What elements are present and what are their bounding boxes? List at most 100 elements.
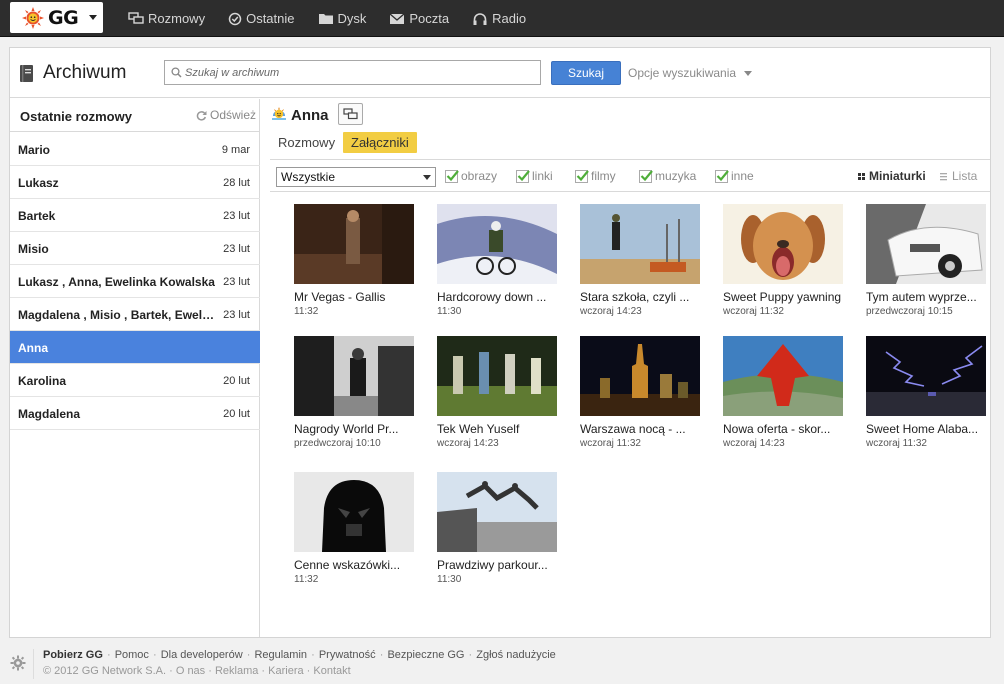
conversation-date: 20 lut — [223, 408, 250, 420]
type-filter-select[interactable]: Wszystkie — [276, 167, 436, 187]
open-conversation-button[interactable] — [338, 103, 363, 125]
attachment-tile[interactable]: Sweet Puppy yawning wczoraj 11:32 — [723, 204, 843, 317]
nav-radio[interactable]: Radio — [472, 11, 526, 26]
gg-logo-text: GG — [48, 6, 79, 29]
attachment-tile[interactable]: Nowa oferta - skor... wczoraj 14:23 — [723, 336, 843, 449]
attachment-filter-bar: Wszystkie obrazy linki filmy muzyka inne… — [270, 159, 990, 192]
attachment-tile[interactable]: Hardcorowy down ... 11:30 — [437, 204, 557, 317]
footer-secondary: © 2012 GG Network S.A. · O nas · Reklama… — [43, 665, 351, 677]
filter-other-checkbox[interactable]: inne — [715, 169, 754, 183]
nav-rozmowy[interactable]: Rozmowy — [128, 11, 205, 26]
filter-label: obrazy — [461, 169, 498, 183]
filter-links-checkbox[interactable]: linki — [516, 169, 553, 183]
attachment-title: Tek Weh Yuself — [437, 422, 520, 436]
footer-link-report-abuse[interactable]: Zgłoś nadużycie — [476, 649, 556, 661]
checkmark-icon — [446, 169, 459, 181]
conversation-item[interactable]: Bartek 23 lut — [10, 199, 260, 232]
footer-link-terms[interactable]: Regulamin — [254, 649, 307, 661]
attachment-time: 11:32 — [294, 574, 319, 585]
conversation-item[interactable]: Misio 23 lut — [10, 232, 260, 265]
type-filter-value: Wszystkie — [281, 170, 335, 184]
attachment-tile[interactable]: Tek Weh Yuself wczoraj 14:23 — [437, 336, 557, 449]
conversation-item[interactable]: Mario 9 mar — [10, 133, 260, 166]
attachment-tile[interactable]: Mr Vegas - Gallis 11:32 — [294, 204, 414, 317]
attachment-tile[interactable]: Nagrody World Pr... przedwczoraj 10:10 — [294, 336, 414, 449]
attachment-title: Prawdziwy parkour... — [437, 558, 548, 572]
check-circle-icon — [228, 12, 242, 25]
footer-separator: · — [243, 649, 254, 661]
attachment-tile[interactable]: Stara szkoła, czyli ... wczoraj 14:23 — [580, 204, 700, 317]
conversation-item-active[interactable]: Anna — [10, 331, 260, 364]
envelope-icon — [389, 13, 405, 24]
chevron-down-icon — [744, 70, 753, 76]
conversation-date: 23 lut — [223, 309, 250, 321]
footer-link-safe-gg[interactable]: Bezpieczne GG — [387, 649, 464, 661]
attachment-time: przedwczoraj 10:10 — [294, 438, 381, 449]
footer-link-about[interactable]: O nas — [176, 665, 205, 677]
footer-link-ads[interactable]: Reklama — [215, 665, 258, 677]
footer-link-download[interactable]: Pobierz GG — [43, 649, 103, 661]
recent-conversations-sidebar: Ostatnie rozmowy Odśwież Mario 9 mar Luka… — [10, 99, 260, 637]
filter-videos-checkbox[interactable]: filmy — [575, 169, 616, 183]
conversation-item[interactable]: Karolina 20 lut — [10, 364, 260, 397]
tab-attachments[interactable]: Załączniki — [343, 132, 417, 153]
view-thumbnails-toggle[interactable]: Miniaturki — [857, 169, 926, 183]
chat-icon — [343, 108, 358, 120]
chevron-down-icon — [423, 175, 431, 180]
nav-ostatnie[interactable]: Ostatnie — [228, 11, 295, 26]
conversation-name: Magdalena , Misio , Bartek, Ewelinka — [18, 308, 216, 322]
attachment-tile[interactable]: Prawdziwy parkour... 11:30 — [437, 472, 557, 585]
nav-poczta[interactable]: Poczta — [389, 11, 449, 26]
attachment-tile[interactable]: Sweet Home Alaba... wczoraj 11:32 — [866, 336, 986, 449]
attachment-time: wczoraj 14:23 — [580, 306, 642, 317]
attachment-tile[interactable]: Cenne wskazówki... 11:32 — [294, 472, 414, 585]
footer-link-privacy[interactable]: Prywatność — [319, 649, 376, 661]
attachment-title: Sweet Home Alaba... — [866, 422, 979, 436]
conversation-item[interactable]: Lukasz , Anna, Ewelinka Kowalska 23 lut — [10, 265, 260, 298]
footer-link-help[interactable]: Pomoc — [115, 649, 149, 661]
conversation-date: 20 lut — [223, 375, 250, 387]
footer-link-careers[interactable]: Kariera — [268, 665, 303, 677]
attachment-time: wczoraj 11:32 — [723, 306, 784, 317]
search-button[interactable]: Szukaj — [551, 61, 621, 85]
attachment-time: wczoraj 14:23 — [723, 438, 785, 449]
nav-label: Rozmowy — [148, 11, 206, 26]
nav-label: Radio — [492, 11, 527, 26]
filter-images-checkbox[interactable]: obrazy — [445, 169, 497, 183]
view-list-toggle[interactable]: Lista — [939, 169, 977, 183]
filter-label: muzyka — [655, 169, 697, 183]
video-thumbnail — [580, 204, 700, 284]
footer-separator: · — [258, 665, 269, 677]
conversation-item[interactable]: Magdalena , Misio , Bartek, Ewelinka 23 l… — [10, 298, 260, 331]
footer-link-contact[interactable]: Kontakt — [313, 665, 350, 677]
search-options-dropdown[interactable]: Opcje wyszukiwania — [628, 66, 753, 80]
video-thumbnail — [437, 336, 557, 416]
gg-menu-button[interactable]: GG — [10, 2, 103, 33]
filter-label: filmy — [591, 169, 616, 183]
conversation-name: Lukasz , Anna, Ewelinka Kowalska — [18, 275, 215, 289]
search-box[interactable] — [164, 60, 541, 85]
attachment-tile[interactable]: Warszawa nocą - ... wczoraj 11:32 — [580, 336, 700, 449]
search-options-label: Opcje wyszukiwania — [628, 66, 737, 80]
attachment-time: 11:30 — [437, 306, 462, 317]
attachment-tile[interactable]: Tym autem wyprze... przedwczoraj 10:15 — [866, 204, 986, 317]
checkbox-checked — [445, 169, 459, 183]
tab-conversations[interactable]: Rozmowy — [278, 132, 335, 153]
folder-icon — [318, 14, 333, 24]
nav-dysk[interactable]: Dysk — [318, 11, 366, 26]
conversation-item[interactable]: Lukasz 28 lut — [10, 166, 260, 199]
filter-label: inne — [731, 169, 754, 183]
top-bar: GG Rozmowy Ostatnie Dysk Poczta Radio — [0, 0, 1004, 37]
copyright-text: © 2012 GG Network S.A. — [43, 665, 167, 677]
conversation-content: Anna Rozmowy Załączniki Wszystkie obrazy… — [261, 99, 990, 637]
refresh-button[interactable]: Odśwież — [196, 108, 256, 122]
conversation-item[interactable]: Magdalena 20 lut — [10, 397, 260, 430]
footer-link-developers[interactable]: Dla developerów — [161, 649, 243, 661]
attachment-title: Nagrody World Pr... — [294, 422, 399, 436]
filter-music-checkbox[interactable]: muzyka — [639, 169, 696, 183]
conversation-date: 28 lut — [223, 177, 250, 189]
search-input[interactable] — [185, 63, 535, 82]
conversation-list: Mario 9 mar Lukasz 28 lut Bartek 23 lut Mis… — [10, 133, 260, 430]
footer-separator: · — [205, 665, 215, 677]
video-thumbnail — [437, 204, 557, 284]
